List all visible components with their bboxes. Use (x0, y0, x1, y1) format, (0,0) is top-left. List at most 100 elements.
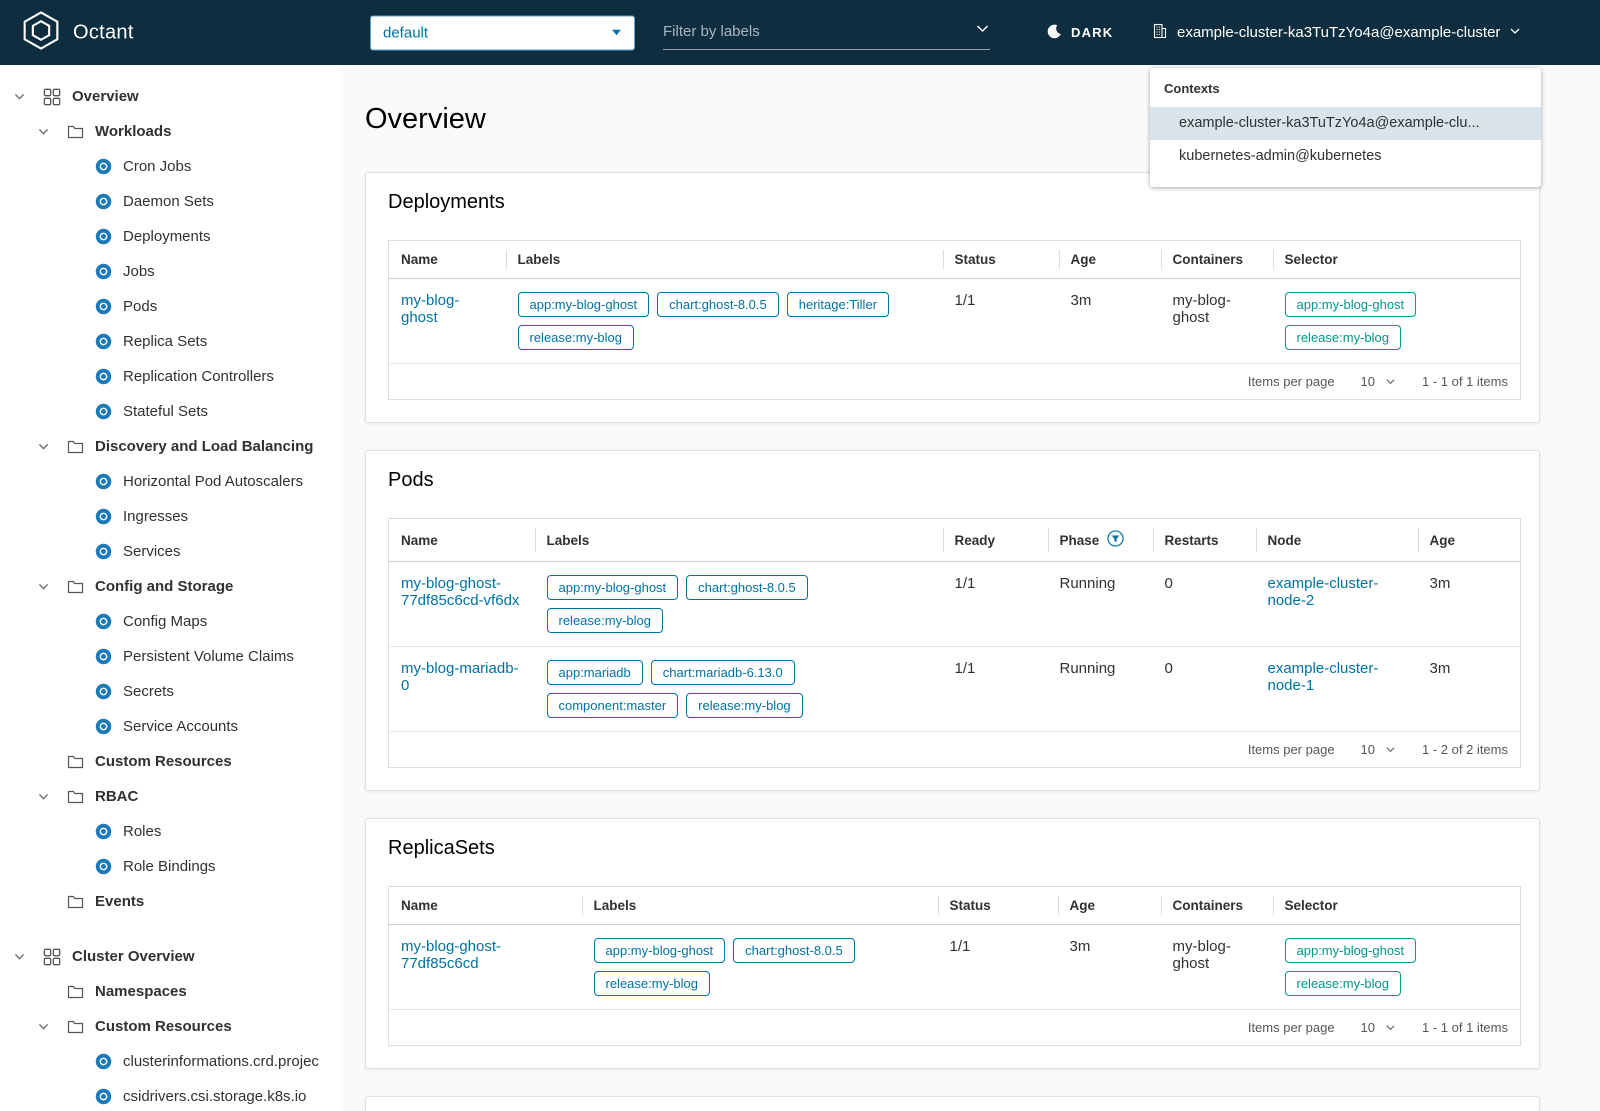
sidebar-item-workloads[interactable]: Workloads (0, 114, 340, 149)
namespace-select[interactable]: default (370, 15, 635, 50)
resource-link[interactable]: my-blog-ghost-77df85c6cd-vf6dx (401, 575, 519, 609)
sidebar-item-rbac[interactable]: RBAC (0, 779, 340, 814)
sidebar-item-roles[interactable]: Roles (0, 814, 340, 849)
sidebar-item-role-bindings[interactable]: Role Bindings (0, 849, 340, 884)
node-link[interactable]: example-cluster-node-2 (1268, 575, 1379, 609)
card-title: Pods (388, 469, 434, 491)
sidebar-item-replication-controllers[interactable]: Replication Controllers (0, 359, 340, 394)
selector-badge[interactable]: app:my-blog-ghost (1284, 938, 1417, 963)
chevron-down-icon (611, 24, 622, 41)
column-header: Name (388, 886, 582, 925)
chevron-down-icon[interactable] (37, 125, 51, 138)
selector-badge[interactable]: release:my-blog (1284, 971, 1401, 996)
chevron-down-icon[interactable] (975, 21, 990, 41)
sidebar-item-config-maps[interactable]: Config Maps (0, 604, 340, 639)
sidebar-item-stateful-sets[interactable]: Stateful Sets (0, 394, 340, 429)
daemon-sets-icon (95, 193, 112, 210)
label-badge[interactable]: app:mariadb (546, 660, 643, 685)
chevron-down-icon[interactable] (37, 790, 51, 803)
label-badge[interactable]: chart:ghost-8.0.5 (733, 938, 855, 963)
sidebar-item-secrets[interactable]: Secrets (0, 674, 340, 709)
label-badge[interactable]: app:my-blog-ghost (517, 292, 650, 317)
ready-cell: 1/1 (954, 660, 976, 677)
resource-link[interactable]: my-blog-ghost-77df85c6cd (401, 938, 501, 972)
items-per-page-select[interactable]: 10 (1361, 742, 1396, 757)
label-badge[interactable]: component:master (546, 693, 679, 718)
label-badge[interactable]: chart:ghost-8.0.5 (657, 292, 779, 317)
sidebar-item-horizontal-pod-autoscalers[interactable]: Horizontal Pod Autoscalers (0, 464, 340, 499)
table-header-row: Name Labels Status Age Containers Select… (388, 240, 1521, 279)
resource-link[interactable]: my-blog-ghost (401, 292, 459, 326)
sidebar-item-label: Secrets (123, 683, 174, 700)
label-badge[interactable]: app:my-blog-ghost (546, 575, 679, 600)
filter-icon[interactable] (1107, 530, 1124, 550)
theme-toggle-button[interactable]: DARK (1046, 23, 1113, 43)
column-header: Containers (1160, 240, 1273, 279)
label-badge[interactable]: chart:ghost-8.0.5 (686, 575, 808, 600)
label-badge[interactable]: app:my-blog-ghost (593, 938, 726, 963)
column-header: Node (1255, 518, 1418, 562)
chevron-down-icon[interactable] (13, 90, 27, 103)
items-per-page-value: 10 (1360, 1020, 1376, 1035)
label-filter-input[interactable] (663, 22, 975, 40)
chevron-down-icon[interactable] (37, 580, 51, 593)
sidebar-item-clusterinformations[interactable]: clusterinformations.crd.projec (0, 1044, 340, 1079)
label-badge[interactable]: release:my-blog (517, 325, 634, 350)
sidebar-item-custom-resources[interactable]: Custom Resources (0, 744, 340, 779)
context-menu-item[interactable]: example-cluster-ka3TuTzYo4a@example-clu.… (1150, 107, 1541, 140)
sidebar-item-cron-jobs[interactable]: Cron Jobs (0, 149, 340, 184)
sidebar-item-events[interactable]: Events (0, 884, 340, 919)
sidebar-item-persistent-volume-claims[interactable]: Persistent Volume Claims (0, 639, 340, 674)
jobs-icon (95, 263, 112, 280)
sidebar-item-discovery-and-load-balancing[interactable]: Discovery and Load Balancing (0, 429, 340, 464)
sidebar-item-custom-resources-cluster[interactable]: Custom Resources (0, 1009, 340, 1044)
context-menu-item[interactable]: kubernetes-admin@kubernetes (1150, 140, 1541, 173)
label-filter[interactable] (663, 16, 990, 50)
app-logo[interactable]: Octant (20, 9, 134, 56)
sidebar-item-daemon-sets[interactable]: Daemon Sets (0, 184, 340, 219)
label-badge[interactable]: release:my-blog (686, 693, 803, 718)
label-badge[interactable]: release:my-blog (593, 971, 710, 996)
context-selector[interactable]: example-cluster-ka3TuTzYo4a@example-clus… (1152, 23, 1521, 43)
folder-icon (67, 984, 84, 999)
sidebar-item-overview[interactable]: Overview (0, 79, 340, 114)
pagination: Items per page 10 1 - 1 of 1 items (401, 374, 1508, 389)
folder-icon (67, 439, 84, 454)
label-badge[interactable]: chart:mariadb-6.13.0 (650, 660, 795, 685)
sidebar-item-replica-sets[interactable]: Replica Sets (0, 324, 340, 359)
app-title: Octant (73, 21, 134, 43)
main-content: Overview Deployments Name Labels Status … (340, 65, 1600, 1111)
selector-badge[interactable]: release:my-blog (1284, 325, 1401, 350)
sidebar-item-label: Replication Controllers (123, 368, 274, 385)
sidebar-item-label: Config and Storage (95, 578, 234, 595)
sidebar-item-config-and-storage[interactable]: Config and Storage (0, 569, 340, 604)
chevron-down-icon[interactable] (37, 440, 51, 453)
sidebar-item-ingresses[interactable]: Ingresses (0, 499, 340, 534)
pods-icon (95, 298, 112, 315)
selector-badge[interactable]: app:my-blog-ghost (1284, 292, 1417, 317)
label-badge[interactable]: heritage:Tiller (786, 292, 890, 317)
sidebar-item-jobs[interactable]: Jobs (0, 254, 340, 289)
sidebar-item-label: Cluster Overview (72, 948, 195, 965)
sidebar-item-deployments[interactable]: Deployments (0, 219, 340, 254)
sidebar-item-namespaces[interactable]: Namespaces (0, 974, 340, 1009)
sidebar-item-cluster-overview[interactable]: Cluster Overview (0, 939, 340, 974)
chevron-down-icon[interactable] (37, 1020, 51, 1033)
horizontal-pod-autoscalers-icon (95, 473, 112, 490)
custom-resource-icon (95, 1053, 112, 1070)
sidebar-item-label: Events (95, 893, 145, 910)
chevron-down-icon (1386, 379, 1395, 385)
sidebar-item-csidrivers[interactable]: csidrivers.csi.storage.k8s.io (0, 1079, 340, 1111)
chevron-down-icon[interactable] (13, 950, 27, 963)
sidebar-item-service-accounts[interactable]: Service Accounts (0, 709, 340, 744)
resource-link[interactable]: my-blog-mariadb-0 (401, 660, 519, 694)
sidebar-item-label: Pods (123, 298, 158, 315)
items-per-page-select[interactable]: 10 (1361, 374, 1396, 389)
replication-controllers-icon (95, 368, 112, 385)
restarts-cell: 0 (1164, 660, 1173, 677)
label-badge[interactable]: release:my-blog (546, 608, 663, 633)
sidebar-item-pods[interactable]: Pods (0, 289, 340, 324)
items-per-page-select[interactable]: 10 (1361, 1020, 1396, 1035)
node-link[interactable]: example-cluster-node-1 (1268, 660, 1379, 694)
sidebar-item-services[interactable]: Services (0, 534, 340, 569)
